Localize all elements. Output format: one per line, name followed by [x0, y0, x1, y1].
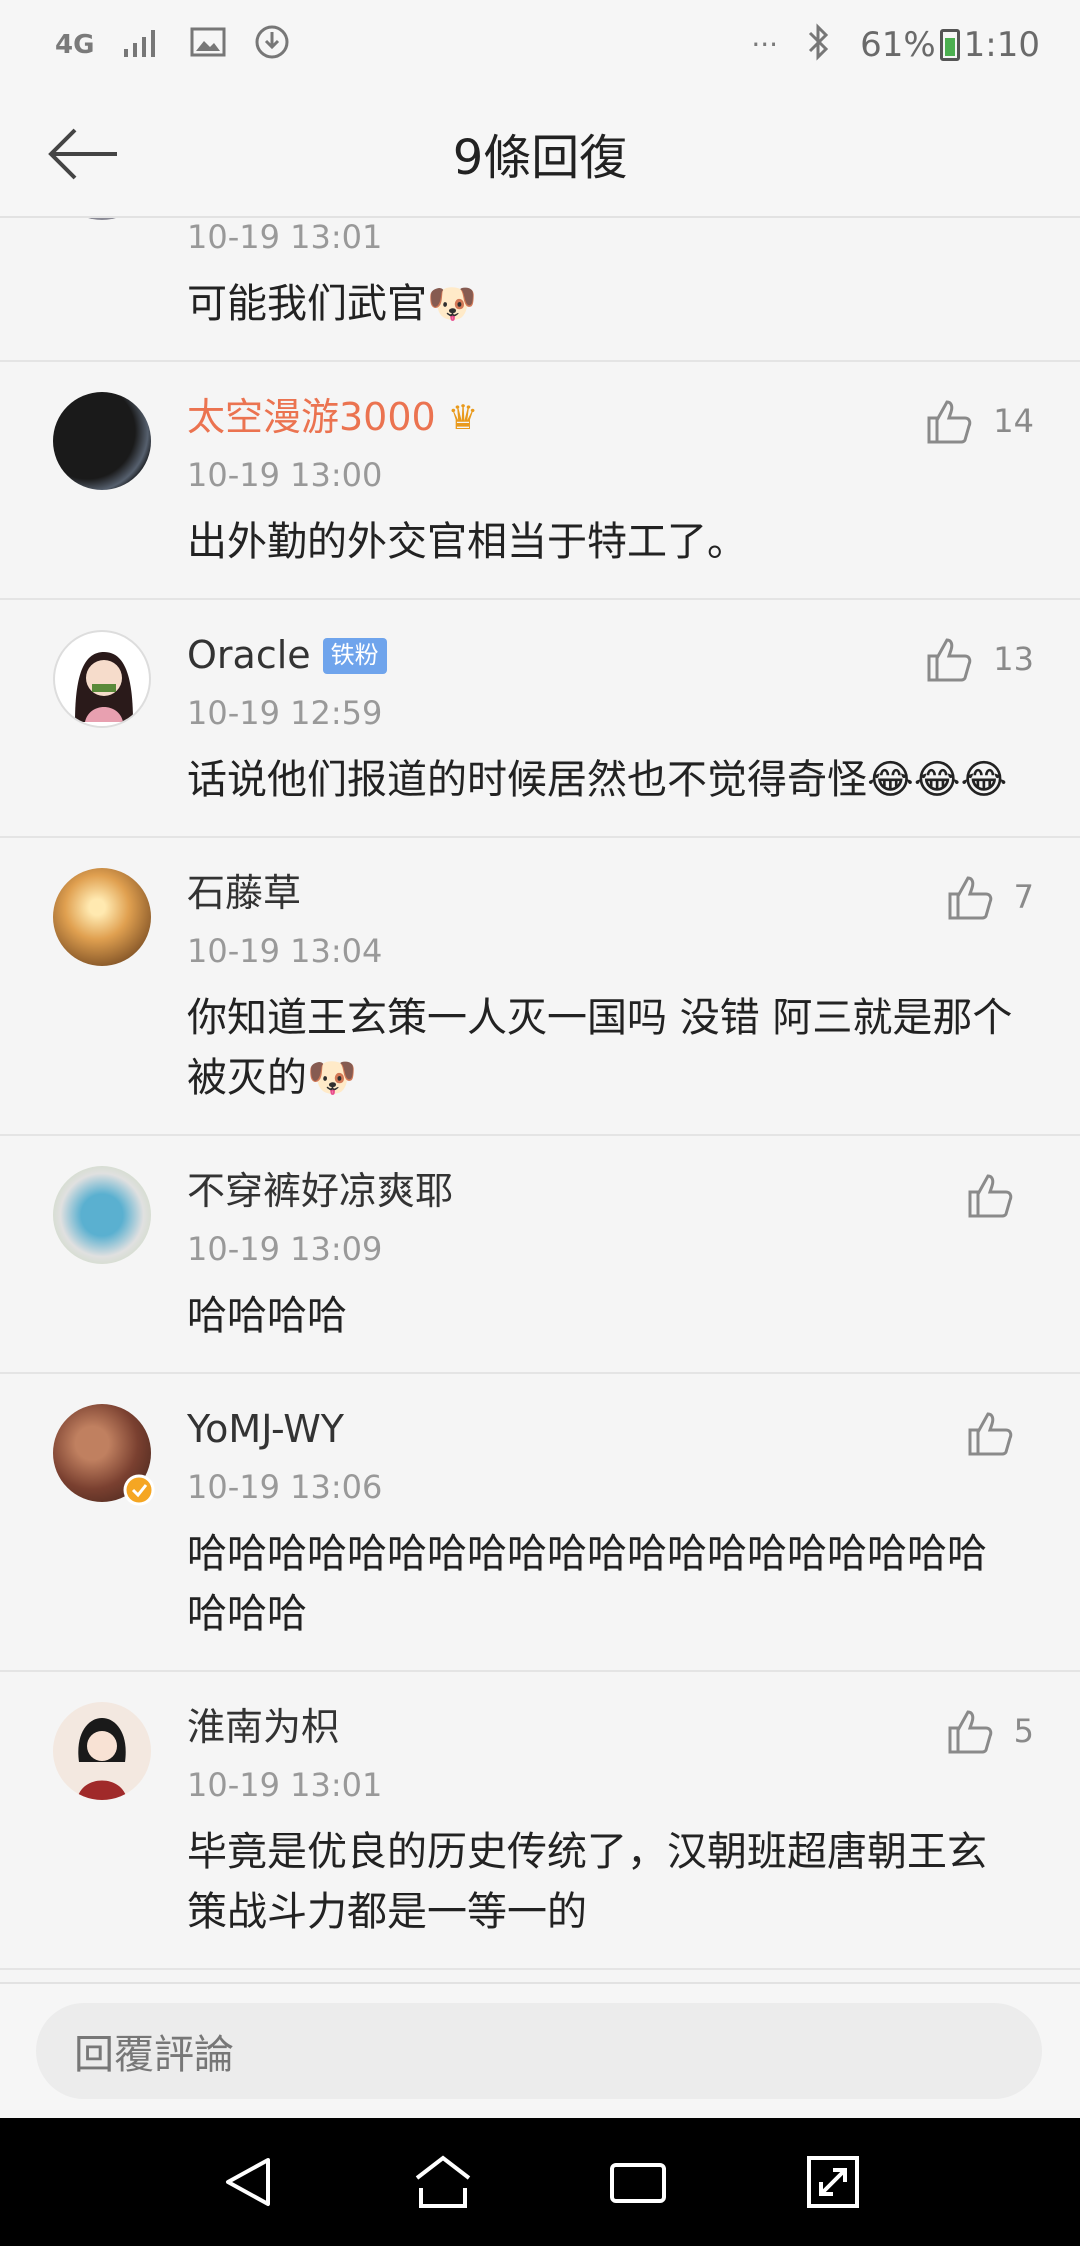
comment-text: 你知道王玄策一人灭一国吗 没错 阿三就是那个被灭的🐶 — [187, 995, 1013, 1101]
avatar[interactable] — [53, 868, 151, 966]
thumbs-up-icon — [968, 1174, 1013, 1218]
comment-author[interactable]: 太空漫游3000 ♛ — [187, 392, 1026, 444]
battery-icon — [939, 29, 960, 61]
like-button[interactable]: 5 — [946, 1708, 1034, 1754]
system-nav-bar — [0, 2118, 1080, 2246]
battery-percent: 61% — [860, 25, 936, 65]
like-button[interactable]: 7 — [946, 874, 1034, 920]
nav-expand-button[interactable] — [793, 2142, 873, 2222]
avatar[interactable] — [53, 392, 151, 490]
reply-bar: 回覆評論 — [0, 1982, 1080, 2118]
comment-author[interactable]: 不穿裤好凉爽耶 — [187, 1166, 1026, 1218]
clock: 1:10 — [963, 25, 1040, 65]
comment-text: 话说他们报道的时候居然也不觉得奇怪😂😂😂 — [187, 757, 1008, 803]
like-button[interactable] — [966, 1172, 1034, 1218]
comment-item[interactable]: 太空漫游3000 ♛ 10-19 13:00 出外勤的外交官相当于特工了。 14 — [0, 362, 1080, 600]
fan-badge: 铁粉 — [322, 638, 387, 674]
header: 9條回復 — [0, 90, 1080, 218]
comment-text: 出外勤的外交官相当于特工了。 — [187, 519, 747, 565]
avatar[interactable] — [53, 630, 151, 728]
back-arrow-icon — [48, 128, 117, 180]
like-button[interactable]: 14 — [925, 398, 1034, 444]
comment-item[interactable]: 不穿裤好凉爽耶 10-19 13:09 哈哈哈哈 — [0, 1136, 1080, 1374]
comment-item[interactable]: YoMJ-WY 10-19 13:06 哈哈哈哈哈哈哈哈哈哈哈哈哈哈哈哈哈哈哈哈… — [0, 1374, 1080, 1672]
comment-time: 10-19 13:01 — [187, 1766, 383, 1804]
thumbs-up-icon — [927, 400, 972, 444]
bluetooth-icon — [806, 22, 832, 68]
like-button[interactable]: 13 — [925, 636, 1034, 682]
comment-item[interactable]: Oracle 铁粉 10-19 12:59 话说他们报道的时候居然也不觉得奇怪😂… — [0, 600, 1080, 838]
comment-item[interactable]: 10-19 13:01 可能我们武官🐶 — [0, 218, 1080, 362]
status-right: ··· 61% 1:10 — [751, 22, 1040, 68]
comment-time: 10-19 13:09 — [187, 1230, 383, 1268]
home-icon — [415, 2155, 470, 2208]
crown-icon: ♛ — [447, 397, 479, 438]
more-dots: ··· — [751, 28, 779, 61]
comment-author[interactable]: 石藤草 — [187, 868, 1026, 920]
comment-text: 哈哈哈哈 — [187, 1293, 347, 1339]
thumbs-up-icon — [948, 876, 992, 920]
doge-emoji: 🐶 — [307, 1055, 357, 1101]
comment-text: 哈哈哈哈哈哈哈哈哈哈哈哈哈哈哈哈哈哈哈哈哈哈哈 — [187, 1531, 987, 1637]
back-triangle-icon — [225, 2158, 270, 2206]
comment-author[interactable]: 淮南为枳 — [187, 1702, 1026, 1754]
reply-input[interactable]: 回覆評論 — [36, 2003, 1042, 2099]
avatar[interactable] — [53, 1404, 155, 1506]
like-count: 7 — [1013, 878, 1034, 916]
comment-time: 10-19 12:59 — [187, 694, 383, 732]
nav-back-button[interactable] — [208, 2142, 288, 2222]
download-icon — [254, 24, 290, 67]
image-icon — [190, 27, 226, 64]
comment-author[interactable]: Oracle 铁粉 — [187, 630, 1026, 682]
signal-icon — [122, 27, 162, 64]
recents-icon — [609, 2163, 666, 2203]
comment-item[interactable]: 淮南为枳 10-19 13:01 毕竟是优良的历史传统了，汉朝班超唐朝王玄策战斗… — [0, 1672, 1080, 1970]
nav-recents-button[interactable] — [598, 2142, 678, 2222]
avatar[interactable] — [53, 1166, 151, 1264]
back-button[interactable] — [38, 114, 128, 194]
comment-time: 10-19 13:00 — [187, 456, 383, 494]
status-bar: 4G ··· 61% 1:10 — [0, 0, 1080, 90]
comment-item[interactable]: 石藤草 10-19 13:04 你知道王玄策一人灭一国吗 没错 阿三就是那个被灭… — [0, 838, 1080, 1136]
verified-icon — [123, 1474, 155, 1506]
avatar[interactable] — [53, 218, 151, 220]
thumbs-up-icon — [927, 638, 972, 682]
comment-time: 10-19 13:04 — [187, 932, 383, 970]
like-count: 14 — [993, 402, 1034, 440]
like-button[interactable] — [966, 1410, 1034, 1456]
comment-time: 10-19 13:01 — [187, 218, 383, 256]
comment-list[interactable]: 10-19 13:01 可能我们武官🐶 太空漫游3000 ♛ 10-19 13:… — [0, 218, 1080, 1982]
comment-author[interactable]: YoMJ-WY — [187, 1404, 1026, 1456]
like-count: 5 — [1013, 1712, 1034, 1750]
thumbs-up-icon — [968, 1412, 1013, 1456]
expand-icon — [806, 2156, 859, 2208]
status-left: 4G — [55, 24, 290, 67]
network-type: 4G — [55, 30, 95, 60]
comment-text: 毕竟是优良的历史传统了，汉朝班超唐朝王玄策战斗力都是一等一的 — [187, 1829, 987, 1935]
comment-time: 10-19 13:06 — [187, 1468, 383, 1506]
like-count: 13 — [993, 640, 1034, 678]
comment-text: 可能我们武官🐶 — [187, 281, 477, 327]
avatar[interactable] — [53, 1702, 151, 1800]
nav-home-button[interactable] — [403, 2142, 483, 2222]
page-title: 9條回復 — [452, 130, 628, 186]
laugh-cry-emoji: 😂😂😂 — [867, 757, 1008, 803]
thumbs-up-icon — [948, 1710, 992, 1754]
doge-emoji: 🐶 — [427, 281, 477, 327]
